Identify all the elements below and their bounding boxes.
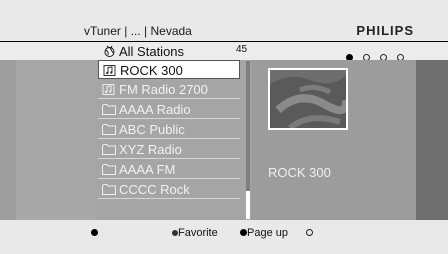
right-margin: [416, 60, 448, 220]
album-art-image: [268, 68, 348, 130]
now-playing-station: ROCK 300: [268, 165, 331, 180]
list-scrollbar[interactable]: [246, 61, 250, 219]
footer-bar: Favorite Page up: [0, 220, 448, 254]
folder-icon: [102, 124, 116, 135]
list-item-label: AAAA FM: [119, 162, 176, 177]
list-item[interactable]: CCCC Rock: [98, 180, 240, 199]
album-art-graphic: [270, 70, 346, 128]
folder-icon: [102, 184, 116, 195]
breadcrumb[interactable]: vTuner | ... | Nevada: [84, 24, 192, 38]
note-icon: [102, 84, 115, 95]
vtuner-screen: vTuner | ... | Nevada PHILIPS All Statio…: [0, 0, 448, 254]
globe-icon: [104, 45, 115, 57]
list-item[interactable]: ABC Public: [98, 120, 240, 139]
header-bar: vTuner | ... | Nevada PHILIPS: [0, 0, 448, 42]
left-margin: [0, 60, 16, 220]
list-item-label: ROCK 300: [120, 63, 183, 78]
brand-logo: PHILIPS: [356, 23, 414, 38]
page-indicator: [346, 48, 414, 61]
list-item-label: CCCC Rock: [119, 182, 190, 197]
main-area: ROCK 300 FM Radio 2700 AAAA Radio ABC Pu…: [0, 60, 448, 220]
all-stations-row: All Stations 45: [0, 42, 448, 61]
list-item-label: ABC Public: [119, 122, 185, 137]
station-count: 45: [236, 44, 248, 55]
yellow-button-icon: [240, 229, 247, 236]
folder-icon: [102, 144, 116, 155]
scrollbar-thumb[interactable]: [246, 191, 250, 219]
note-icon: [103, 65, 116, 76]
list-item-label: FM Radio 2700: [119, 82, 208, 97]
list-item[interactable]: ROCK 300: [98, 60, 240, 79]
station-list: ROCK 300 FM Radio 2700 AAAA Radio ABC Pu…: [96, 60, 251, 220]
favorite-label: Favorite: [178, 227, 218, 239]
list-item[interactable]: FM Radio 2700: [98, 80, 240, 99]
list-item-label: AAAA Radio: [119, 102, 191, 117]
list-item[interactable]: AAAA FM: [98, 160, 240, 179]
list-item[interactable]: AAAA Radio: [98, 100, 240, 119]
page-up-label: Page up: [247, 227, 288, 239]
red-button-icon: [91, 229, 98, 236]
list-item-label: XYZ Radio: [119, 142, 182, 157]
all-stations-item[interactable]: All Stations: [103, 44, 184, 59]
favorite-button[interactable]: Favorite: [172, 227, 218, 239]
all-stations-label: All Stations: [119, 44, 185, 59]
red-key-indicator[interactable]: [91, 227, 98, 239]
blue-button-icon: [306, 229, 313, 236]
list-item[interactable]: XYZ Radio: [98, 140, 240, 159]
folder-icon: [102, 104, 116, 115]
page-up-button[interactable]: Page up: [240, 227, 288, 239]
folder-icon: [102, 164, 116, 175]
blue-key-indicator[interactable]: [306, 227, 313, 239]
